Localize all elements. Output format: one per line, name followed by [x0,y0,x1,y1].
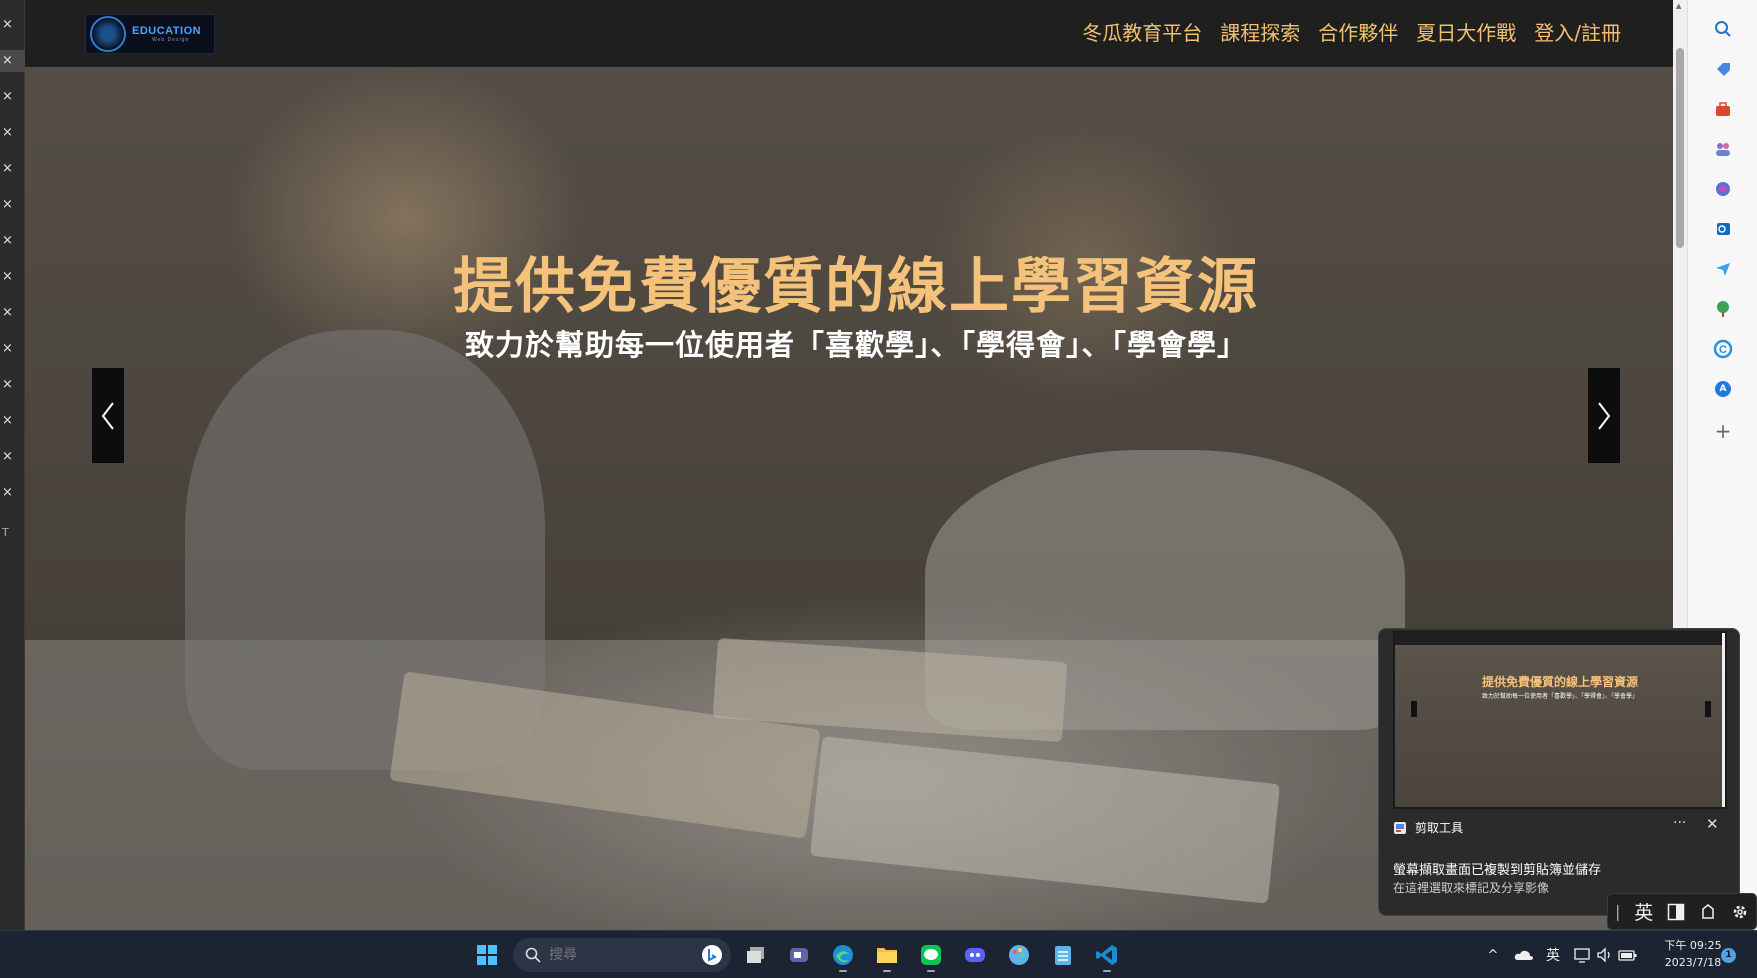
outlook-icon[interactable] [1712,218,1734,240]
a-icon[interactable]: A [1712,378,1734,400]
scrollbar-thumb[interactable] [1676,48,1684,248]
scroll-up-icon[interactable]: ▲ [1676,2,1681,10]
tab-close-icon[interactable]: × [0,302,25,324]
tab-close-icon[interactable]: × [0,14,25,36]
c-icon[interactable]: C [1712,338,1734,360]
onedrive-cloud-icon[interactable] [1514,948,1534,962]
thumbnail-subtitle: 致力於幫助每一位使用者「喜歡學」、「學得會」、「學會學」 [1481,693,1638,700]
taskbar-search[interactable] [513,938,731,972]
copilot-icon[interactable] [1712,178,1734,200]
tab-close-icon[interactable]: × [0,482,25,504]
a-icon-letter: A [1719,384,1727,394]
notification-body: 在這裡選取來標記及分享影像 [1393,881,1550,895]
svg-text:C: C [1719,344,1727,356]
snip-notification[interactable]: 提供免費優質的線上學習資源 致力於幫助每一位使用者「喜歡學」、「學得會」、「學會… [1378,628,1740,916]
carousel-next-button[interactable] [1588,368,1620,463]
notification-count-badge[interactable]: 1 [1721,948,1736,963]
ime-pad-icon[interactable] [1699,903,1717,921]
tab-close-icon[interactable]: × [0,50,25,72]
tray-language-indicator[interactable]: 英 [1546,945,1560,965]
battery-icon[interactable] [1618,947,1638,963]
chevron-right-icon [1598,401,1611,430]
tab-close-icon[interactable]: × [0,194,25,216]
half-full-width-icon[interactable] [1667,903,1685,921]
nav-link-courses[interactable]: 課程探索 [1220,19,1300,47]
settings-gear-icon[interactable] [1731,903,1749,921]
ime-mode-button[interactable]: 英 [1634,898,1653,925]
tab-strip-mark: T [2,526,9,539]
logo-emblem-icon [90,16,126,52]
discord-icon[interactable] [957,937,993,973]
task-view-icon[interactable] [738,937,774,973]
logo-text: EDUCATION Web Design [132,25,201,43]
vscode-icon[interactable] [1089,937,1125,973]
taskbar: ^ 英 下午 09:25 2023/7/18 1 [0,930,1757,978]
desktop-screen: T × × × × × × × × × × × × × × EDUCATION Web Design 冬瓜… [0,0,1757,978]
tab-close-icon[interactable]: × [0,122,25,144]
taskbar-search-input[interactable] [549,947,689,963]
screenshot-thumbnail[interactable]: 提供免費優質的線上學習資源 致力於幫助每一位使用者「喜歡學」、「學得會」、「學會… [1393,631,1727,809]
tab-close-icon[interactable]: × [0,86,25,108]
nav-link-summer[interactable]: 夏日大作戰 [1416,19,1516,47]
nav-link-login[interactable]: 登入/註冊 [1534,19,1621,47]
ime-toolbar: | 英 [1607,893,1757,930]
running-indicator [1103,970,1111,972]
people-icon[interactable] [1712,138,1734,160]
toolbox-icon[interactable] [1712,98,1734,120]
search-icon [525,947,541,963]
notification-more-button[interactable]: ··· [1673,815,1686,831]
nav-link-partners[interactable]: 合作夥伴 [1318,19,1398,47]
tab-close-icon[interactable]: × [0,338,25,360]
snipping-tool-icon [1394,821,1406,834]
site-logo[interactable]: EDUCATION Web Design [85,14,215,54]
notepad-icon[interactable] [1045,937,1081,973]
hero-subtitle: 致力於幫助每一位使用者「喜歡學」、「學得會」、「學會學」 [464,328,1247,362]
notification-title: 螢幕擷取畫面已複製到剪貼簿並儲存 [1393,863,1602,878]
tray-overflow-chevron-icon[interactable]: ^ [1480,948,1506,963]
tab-close-icon[interactable]: × [0,410,25,432]
search-icon[interactable] [1712,18,1734,40]
notification-app-name: 剪取工具 [1415,821,1464,835]
volume-icon[interactable] [1596,947,1614,963]
running-indicator [927,970,935,972]
send-icon[interactable] [1712,258,1734,280]
line-icon[interactable] [913,937,949,973]
running-indicator [839,970,847,972]
thumbnail-next-mark [1705,701,1711,717]
tab-close-icon[interactable]: × [0,446,25,468]
teams-icon[interactable] [781,937,817,973]
running-indicator [883,970,891,972]
thumbnail-title: 提供免費優質的線上學習資源 [1481,675,1638,689]
nav-links: 冬瓜教育平台 課程探索 合作夥伴 夏日大作戰 登入/註冊 [1082,19,1621,47]
thumbnail-scrollbar [1722,633,1725,807]
notification-app: 剪取工具 [1393,819,1463,836]
thumbnail-navbar [1395,633,1725,645]
carousel-prev-button[interactable] [92,368,124,463]
bing-icon[interactable] [701,944,723,966]
tab-close-icon[interactable]: × [0,230,25,252]
notification-close-button[interactable]: ✕ [1706,815,1719,833]
chevron-left-icon [101,401,114,430]
paint-icon[interactable] [1001,937,1037,973]
edge-icon[interactable] [825,937,861,973]
tab-close-icon[interactable]: × [0,158,25,180]
file-explorer-icon[interactable] [869,937,905,973]
tag-icon[interactable] [1712,58,1734,80]
thumbnail-prev-mark [1411,701,1417,717]
nav-link-home[interactable]: 冬瓜教育平台 [1082,19,1202,47]
tab-close-icon[interactable]: × [0,374,25,396]
vertical-tab-strip: T × × × × × × × × × × × × × × [0,0,25,930]
logo-title: EDUCATION [132,25,202,37]
logo-subtitle: Web Design [152,37,190,43]
tab-close-icon[interactable]: × [0,266,25,288]
tree-icon[interactable] [1712,298,1734,320]
ime-divider: | [1614,902,1621,921]
system-tray: ^ 英 [1480,931,1638,978]
windows-start-icon[interactable] [469,937,505,973]
add-icon[interactable]: + [1712,419,1734,443]
network-icon[interactable] [1574,947,1592,963]
hero-title: 提供免費優質的線上學習資源 [453,252,1259,322]
site-navbar: EDUCATION Web Design 冬瓜教育平台 課程探索 合作夥伴 夏日… [25,0,1687,67]
